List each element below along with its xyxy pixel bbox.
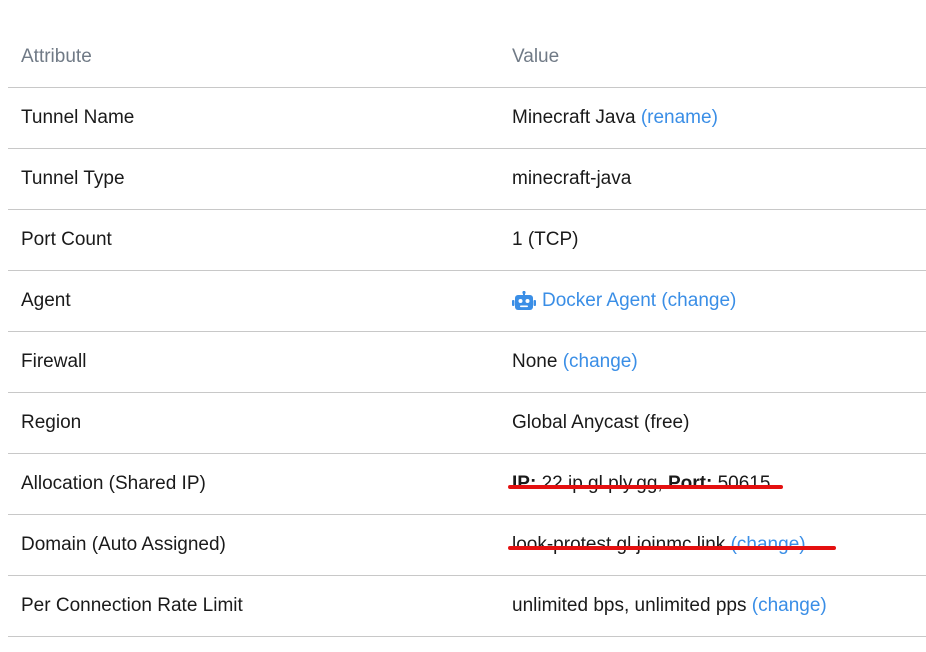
change-domain-link[interactable]: (change) [731, 534, 806, 556]
red-underline-annotation [508, 546, 836, 550]
table-row-tunnel-name: Tunnel Name Minecraft Java (rename) [8, 88, 926, 149]
table-row-rate-limit: Per Connection Rate Limit unlimited bps,… [8, 576, 926, 637]
rate-limit-value: unlimited bps, unlimited pps [512, 595, 747, 616]
red-underline-annotation [508, 485, 783, 489]
attribute-value: IP: 22.ip.gl.ply.gg, Port: 50615 [508, 473, 926, 495]
attribute-label: Tunnel Name [21, 107, 135, 128]
rename-tunnel-link[interactable]: (rename) [641, 107, 718, 129]
change-rate-limit-link[interactable]: (change) [752, 595, 827, 617]
domain-value: look-protest.gl.joinmc.link [512, 534, 726, 555]
table-row-region: Region Global Anycast (free) [8, 393, 926, 454]
port-value: 50615 [717, 473, 771, 494]
change-agent-link[interactable]: (change) [661, 290, 736, 312]
attribute-label: Port Count [21, 229, 112, 250]
attribute-column-header: Attribute [21, 45, 92, 67]
agent-name: Docker Agent [542, 290, 657, 311]
change-firewall-link[interactable]: (change) [563, 351, 638, 373]
table-row-domain: Domain (Auto Assigned) look-protest.gl.j… [8, 515, 926, 576]
table-row-tunnel-type: Tunnel Type minecraft-java [8, 149, 926, 210]
ip-value: 22.ip.gl.ply.gg, [541, 473, 663, 494]
attribute-label: Tunnel Type [21, 168, 125, 189]
port-count-value: 1 (TCP) [512, 229, 579, 250]
table-row-port-count: Port Count 1 (TCP) [8, 210, 926, 271]
value-column-header: Value [512, 45, 560, 67]
table-row-allocation: Allocation (Shared IP) IP: 22.ip.gl.ply.… [8, 454, 926, 515]
attribute-label: Allocation (Shared IP) [21, 473, 206, 494]
attribute-value: look-protest.gl.joinmc.link (change) [508, 534, 926, 556]
attribute-label: Agent [21, 290, 71, 311]
attribute-value: None (change) [512, 351, 926, 373]
port-label: Port: [667, 473, 713, 494]
robot-icon [512, 290, 536, 310]
attribute-label: Domain (Auto Assigned) [21, 534, 226, 555]
region-value: Global Anycast (free) [512, 412, 690, 433]
table-row-firewall: Firewall None (change) [8, 332, 926, 393]
tunnel-type-value: minecraft-java [512, 168, 632, 189]
attribute-value: unlimited bps, unlimited pps (change) [512, 595, 926, 617]
agent-link[interactable]: Docker Agent [512, 290, 656, 312]
attribute-value: Minecraft Java (rename) [512, 107, 926, 129]
ip-label: IP: [512, 473, 537, 494]
attribute-label: Per Connection Rate Limit [21, 595, 243, 616]
attribute-value: Docker Agent (change) [512, 290, 926, 312]
table-header-row: Attribute Value [8, 26, 926, 88]
tunnel-name-value: Minecraft Java [512, 107, 636, 128]
attribute-label: Firewall [21, 351, 87, 372]
table-row-agent: Agent Docker Agent (change) [8, 271, 926, 332]
attribute-label: Region [21, 412, 82, 433]
firewall-value: None [512, 351, 558, 372]
tunnel-attributes-table: Attribute Value Tunnel Name Minecraft Ja… [8, 26, 926, 637]
